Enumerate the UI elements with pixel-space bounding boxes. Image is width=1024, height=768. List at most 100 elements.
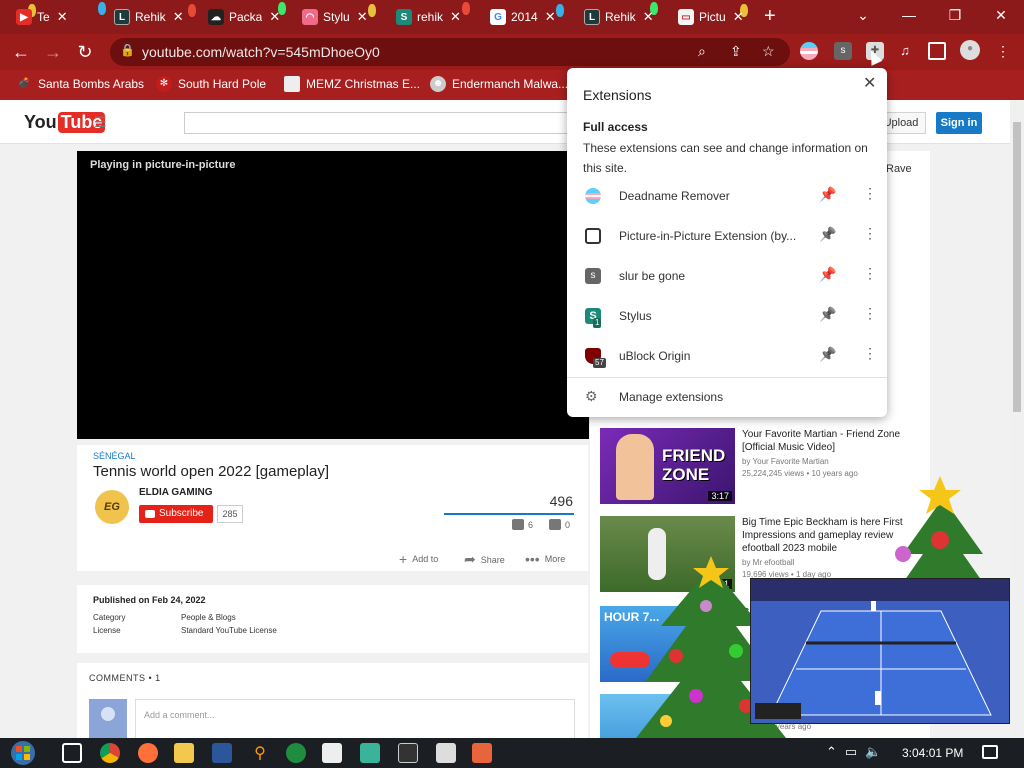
forward-button[interactable]: → — [42, 41, 64, 63]
pin-icon[interactable]: 📌 — [819, 346, 836, 363]
manage-extensions-button[interactable]: ⚙ Manage extensions — [567, 380, 887, 414]
related-title[interactable]: Your Favorite Martian - Friend Zone [Off… — [742, 428, 920, 454]
pip-icon — [585, 228, 601, 244]
more-options-icon[interactable]: ⋮ — [863, 185, 877, 202]
comment-input[interactable]: Add a comment... — [135, 699, 575, 738]
bookmark-star-icon[interactable]: ☆ — [762, 43, 775, 60]
video-category-link[interactable]: SÉNÉGAL — [93, 451, 136, 461]
chrome-menu-icon[interactable]: ⋮ — [994, 42, 1012, 60]
scrollbar-thumb[interactable] — [1013, 122, 1021, 412]
video-player[interactable]: Playing in picture-in-picture — [77, 151, 589, 439]
tab-search-button[interactable]: ⌄ — [846, 4, 880, 26]
video-thumbnail[interactable]: FRIEND ZONE 3:17 — [600, 428, 735, 504]
category-value[interactable]: People & Blogs — [181, 613, 236, 622]
notification-center-icon[interactable] — [982, 745, 998, 759]
extension-row-ublock-origin[interactable]: 57 uBlock Origin 📌 ⋮ — [567, 336, 887, 376]
pip-status-text: Playing in picture-in-picture — [90, 159, 236, 171]
pin-icon[interactable]: 📌 — [819, 226, 836, 243]
close-icon[interactable]: ✕ — [450, 9, 461, 25]
close-icon[interactable]: ✕ — [269, 9, 280, 25]
new-tab-button[interactable]: + — [764, 6, 776, 26]
extension-row-stylus[interactable]: S 1 Stylus 📌 ⋮ — [567, 296, 887, 336]
tab-youtube[interactable]: ▶ Te ✕ — [10, 4, 74, 30]
bookmark-endermanch-malware[interactable]: ☻ Endermanch Malwa... — [430, 76, 568, 92]
letter-l-icon: L — [114, 9, 130, 25]
network-icon[interactable]: ▭ — [845, 744, 857, 760]
channel-name[interactable]: ELDIA GAMING — [139, 487, 213, 498]
extension-row-pip[interactable]: Picture-in-Picture Extension (by... 📌 ⋮ — [567, 216, 887, 256]
app-green-icon[interactable] — [286, 743, 306, 763]
tab-google-2014[interactable]: G 2014 ✕ — [484, 4, 562, 30]
share-button[interactable]: ➦ Share — [464, 551, 505, 568]
extension-row-slur-be-gone[interactable]: s slur be gone 📌 ⋮ — [567, 256, 887, 296]
sign-in-button[interactable]: Sign in — [936, 112, 982, 134]
search-input[interactable] — [184, 112, 584, 134]
powershell-icon[interactable] — [212, 743, 232, 763]
close-icon[interactable]: ✕ — [173, 9, 184, 25]
volume-icon[interactable]: 🔈 — [865, 744, 881, 760]
bookmark-memz-christmas[interactable]: MEMZ Christmas E... — [284, 76, 420, 92]
share-icon[interactable]: ⇪ — [730, 43, 742, 60]
full-access-heading: Full access — [583, 120, 648, 134]
reload-button[interactable]: ↻ — [74, 41, 96, 63]
slur-be-gone-extension-icon[interactable]: s — [834, 42, 852, 60]
add-to-button[interactable]: + Add to — [399, 551, 438, 567]
subscribe-button[interactable]: Subscribe — [139, 505, 213, 523]
firefox-icon[interactable] — [138, 743, 158, 763]
file-explorer-icon[interactable] — [174, 743, 194, 763]
more-options-icon[interactable]: ⋮ — [863, 305, 877, 322]
app-teal-icon[interactable] — [360, 743, 380, 763]
plus-icon: + — [399, 551, 408, 567]
related-video-item[interactable]: FRIEND ZONE 3:17 Your Favorite Martian -… — [600, 428, 920, 506]
tab-rehik-2[interactable]: S rehik ✕ — [390, 4, 467, 30]
terminal-icon[interactable] — [398, 743, 418, 763]
more-options-icon[interactable]: ⋮ — [863, 265, 877, 282]
picture-in-picture-window[interactable] — [750, 578, 1010, 724]
address-bar[interactable]: 🔒 youtube.com/watch?v=545mDhoeOy0 ⌕ ⇪ ☆ — [110, 38, 790, 66]
zoom-icon[interactable]: ⌕ — [698, 43, 706, 60]
7zip-icon[interactable] — [322, 743, 342, 763]
popup-close-button[interactable]: ✕ — [863, 73, 876, 93]
picture-icon: ▭ — [678, 9, 694, 25]
channel-avatar[interactable]: EG — [95, 490, 129, 524]
task-view-icon[interactable] — [62, 743, 82, 763]
chevron-up-icon[interactable]: ⌃ — [826, 744, 837, 760]
minimize-button[interactable]: — — [892, 4, 926, 26]
close-icon[interactable]: ✕ — [357, 9, 368, 25]
close-window-button[interactable]: ✕ — [984, 4, 1018, 26]
page-scrollbar[interactable] — [1010, 100, 1024, 738]
tab-rehik-1[interactable]: L Rehik ✕ — [108, 4, 190, 30]
deadname-remover-extension-icon[interactable] — [800, 42, 818, 60]
close-icon[interactable]: ✕ — [643, 9, 654, 25]
pin-icon[interactable]: 📌 — [819, 306, 836, 323]
close-icon[interactable]: ✕ — [545, 9, 556, 25]
more-button[interactable]: ••• More — [525, 551, 565, 567]
pin-icon[interactable]: 📌 — [819, 266, 836, 283]
taskbar-clock[interactable]: 3:04:01 PM — [902, 746, 963, 760]
close-icon[interactable]: ✕ — [733, 9, 744, 25]
back-button[interactable]: ← — [10, 41, 32, 63]
windows-start-orb-icon[interactable] — [6, 739, 40, 767]
extension-row-deadname-remover[interactable]: Deadname Remover 📌 ⋮ — [567, 176, 887, 216]
xampp-icon[interactable] — [472, 743, 492, 763]
pin-icon[interactable]: 📌 — [819, 186, 836, 203]
tab-packa[interactable]: ☁ Packa ✕ — [202, 4, 286, 30]
qr-app-icon[interactable] — [436, 743, 456, 763]
restore-button[interactable]: ❐ — [938, 4, 972, 26]
close-icon[interactable]: ✕ — [57, 9, 68, 25]
chrome-icon[interactable] — [100, 743, 120, 763]
profile-avatar-icon[interactable]: ● — [960, 40, 980, 60]
tab-picture[interactable]: ▭ Pictu ✕ — [672, 4, 750, 30]
bookmark-santa-bombs[interactable]: 💣 Santa Bombs Arabs — [16, 76, 144, 92]
guide-menu-icon[interactable]: ☰ — [94, 114, 107, 131]
side-panel-icon[interactable] — [928, 42, 946, 60]
more-options-icon[interactable]: ⋮ — [863, 345, 877, 362]
bookmark-south-hard-pole[interactable]: ✻ South Hard Pole — [156, 76, 266, 92]
tab-rehik-3[interactable]: L Rehik ✕ — [578, 4, 660, 30]
tab-stylus[interactable]: ◠ Stylu ✕ — [296, 4, 374, 30]
search-icon[interactable]: ⚲ — [250, 743, 270, 763]
more-options-icon[interactable]: ⋮ — [863, 225, 877, 242]
media-controls-icon[interactable]: ♫ — [896, 42, 914, 60]
dislike-button[interactable]: 0 — [549, 519, 570, 530]
like-button[interactable]: 6 — [512, 519, 533, 530]
